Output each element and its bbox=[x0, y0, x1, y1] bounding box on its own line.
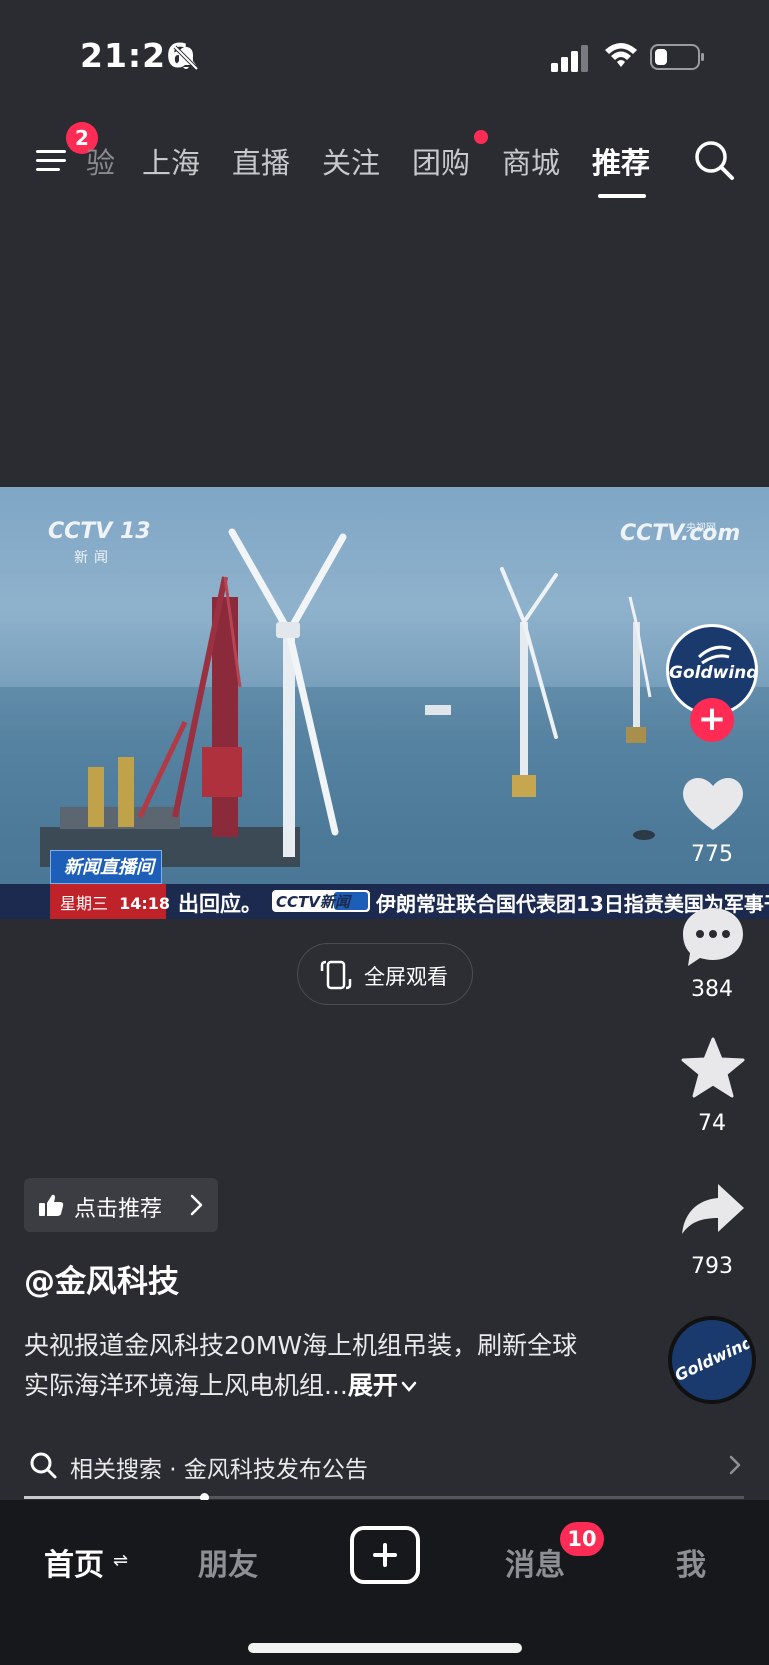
tab-live[interactable]: 直播 bbox=[232, 140, 290, 182]
wifi-icon bbox=[605, 43, 637, 67]
channel-logo-sub: 新闻 bbox=[74, 550, 114, 566]
comment-count: 384 bbox=[691, 977, 733, 1002]
ticker-weekday: 星期三 bbox=[60, 894, 109, 913]
rotate-screen-icon bbox=[320, 960, 352, 990]
cellular-signal-icon bbox=[551, 45, 588, 72]
related-search[interactable]: 相关搜索 · 金风科技发布公告 bbox=[0, 1440, 769, 1490]
channel-logo: CCTV 13 bbox=[48, 519, 151, 544]
expand-label: 展开 bbox=[347, 1371, 398, 1400]
comment-icon[interactable] bbox=[678, 904, 748, 970]
avatar-text: Goldwind bbox=[669, 663, 758, 683]
thumbs-up-icon bbox=[39, 1194, 64, 1216]
chevron-right-icon bbox=[729, 1455, 741, 1475]
ticker-clock: 14:18 bbox=[119, 894, 171, 913]
nav-home[interactable]: 首页 bbox=[44, 1540, 104, 1584]
search-icon bbox=[30, 1452, 57, 1479]
related-search-text: 相关搜索 · 金风科技发布公告 bbox=[70, 1457, 368, 1483]
status-bar: 21:26 bbox=[0, 0, 769, 110]
tab-mall[interactable]: 商城 bbox=[502, 140, 560, 182]
bottom-nav: 首页 ⇌ 朋友 消息 10 我 bbox=[0, 1500, 769, 1665]
favorite-count: 74 bbox=[698, 1111, 726, 1136]
tab-shanghai[interactable]: 上海 bbox=[142, 140, 200, 182]
tab-group-buy-dot bbox=[474, 130, 488, 144]
bell-muted-icon bbox=[173, 45, 199, 71]
top-nav: 2 验 上海 直播 关注 团购 商城 推荐 bbox=[0, 120, 769, 200]
fullscreen-button[interactable]: 全屏观看 bbox=[297, 943, 473, 1005]
video-description[interactable]: 央视报道金风科技20MW海上机组吊装，刷新全球实际海洋环境海上风电机组...展开 bbox=[24, 1326, 584, 1406]
share-icon[interactable] bbox=[678, 1178, 748, 1244]
plus-icon bbox=[373, 1543, 397, 1567]
expand-button[interactable]: 展开 bbox=[348, 1371, 418, 1400]
site-logo-sub: 央视网 bbox=[686, 523, 716, 534]
program-name: 新闻直播间 bbox=[64, 857, 154, 878]
like-count: 775 bbox=[691, 842, 733, 867]
site-logo: CCTV.com bbox=[620, 521, 741, 546]
fullscreen-label: 全屏观看 bbox=[364, 965, 448, 989]
active-tab-underline bbox=[598, 194, 646, 198]
description-text: 央视报道金风科技20MW海上机组吊装，刷新全球实际海洋环境海上风电机组... bbox=[24, 1331, 578, 1400]
messages-badge: 10 bbox=[560, 1522, 604, 1556]
search-icon[interactable] bbox=[692, 138, 736, 182]
create-button[interactable] bbox=[350, 1526, 420, 1584]
nav-friends[interactable]: 朋友 bbox=[198, 1540, 258, 1584]
chevron-right-icon bbox=[190, 1194, 203, 1216]
tab-partial[interactable]: 验 bbox=[86, 140, 115, 182]
music-disc[interactable]: Goldwind bbox=[668, 1316, 756, 1404]
ticker-cctv-logo: CCTV新闻 bbox=[272, 890, 370, 912]
author-name[interactable]: @金风科技 bbox=[24, 1256, 179, 1301]
video-player[interactable]: CCTV 13 新闻 CCTV.com 央视网 新闻直播间 星期三 14:18 … bbox=[0, 487, 769, 919]
recommend-label: 点击推荐 bbox=[74, 1197, 163, 1222]
ticker-logo-text: CCTV新闻 bbox=[276, 893, 353, 911]
follow-button[interactable]: + bbox=[690, 698, 734, 742]
ticker-date: 星期三 14:18 bbox=[60, 890, 170, 914]
music-disc-text: Goldwind bbox=[671, 1332, 756, 1386]
tab-following[interactable]: 关注 bbox=[322, 140, 380, 182]
switch-icon[interactable]: ⇌ bbox=[113, 1550, 128, 1571]
tab-group-buy[interactable]: 团购 bbox=[412, 140, 470, 182]
heart-icon[interactable] bbox=[678, 770, 748, 836]
nav-me[interactable]: 我 bbox=[676, 1540, 706, 1584]
home-indicator bbox=[248, 1643, 522, 1653]
recommend-button[interactable]: 点击推荐 bbox=[24, 1178, 218, 1232]
star-icon[interactable] bbox=[678, 1036, 748, 1102]
chevron-down-icon bbox=[401, 1381, 417, 1392]
ticker-text-left: 出回应。 bbox=[178, 892, 262, 916]
tab-recommend[interactable]: 推荐 bbox=[592, 140, 650, 182]
battery-icon bbox=[650, 44, 704, 70]
share-count: 793 bbox=[691, 1254, 733, 1279]
progress-fill bbox=[24, 1496, 204, 1499]
nav-messages[interactable]: 消息 bbox=[505, 1540, 565, 1584]
